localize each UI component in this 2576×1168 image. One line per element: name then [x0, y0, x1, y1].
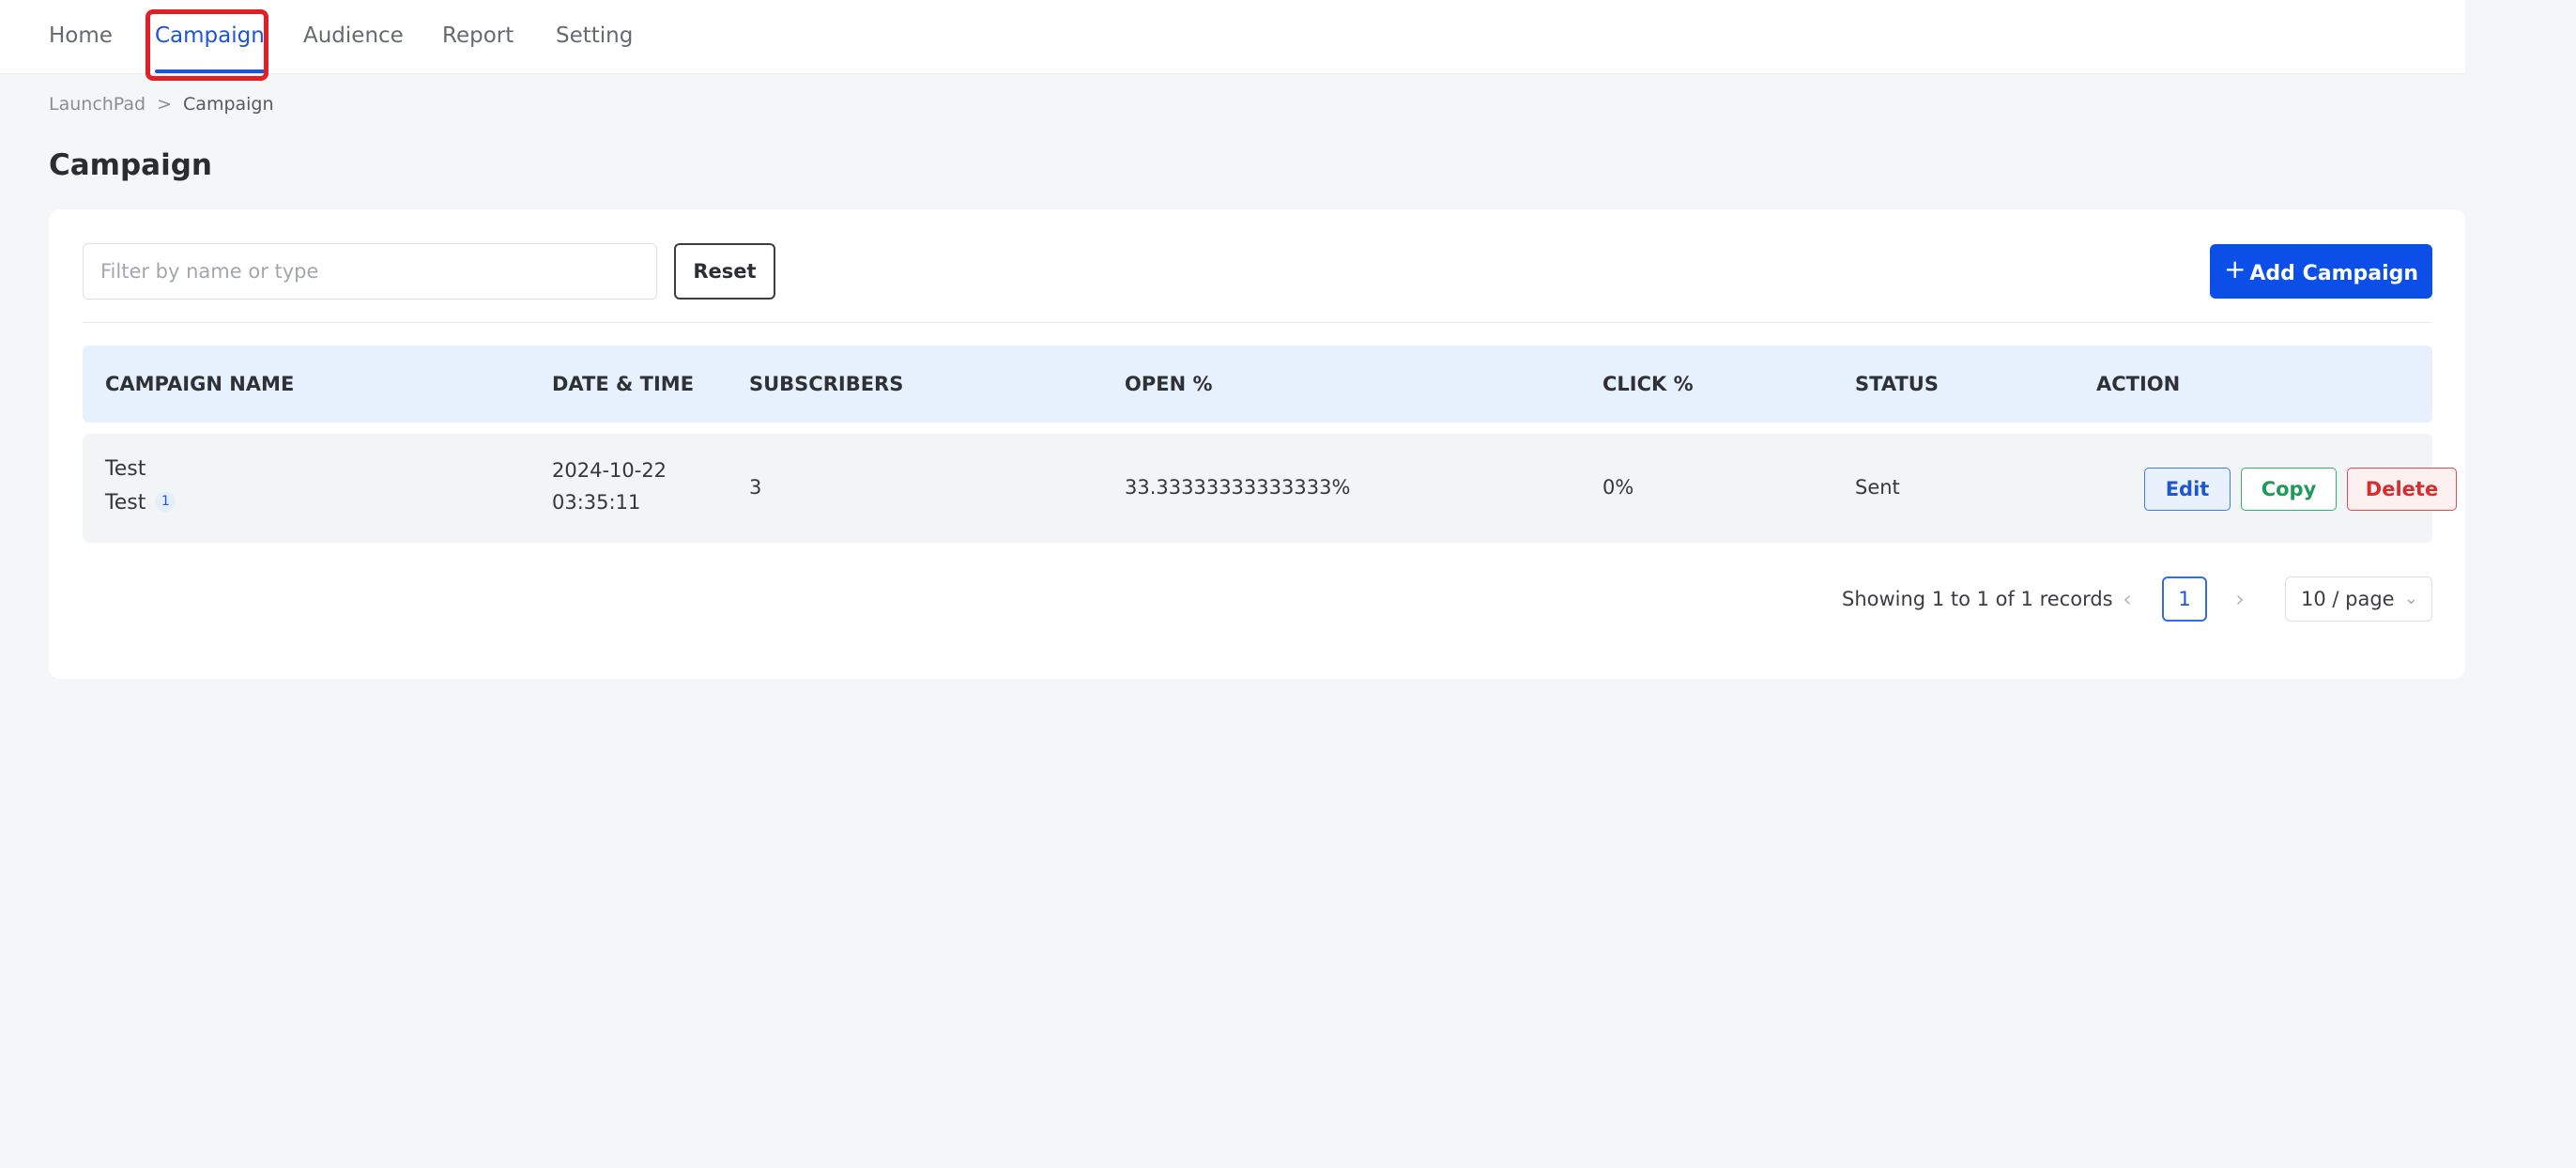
header-click-pct[interactable]: CLICK %	[1602, 346, 1694, 423]
nav-tab-setting[interactable]: Setting	[556, 0, 633, 73]
add-campaign-label: Add Campaign	[2249, 262, 2419, 285]
header-subscribers[interactable]: SUBSCRIBERS	[749, 346, 903, 423]
campaign-time: 03:35:11	[552, 491, 641, 514]
breadcrumb-root[interactable]: LaunchPad	[49, 94, 146, 115]
table-row: Test Test 1 2024-10-22 03:35:11 3 33.3333…	[83, 434, 2457, 543]
header-campaign-name[interactable]: CAMPAIGN NAME	[105, 346, 294, 423]
header-open-pct[interactable]: OPEN %	[1125, 346, 1213, 423]
chevron-right-icon[interactable]: ›	[2221, 577, 2259, 621]
campaign-click-pct: 0%	[1602, 476, 1634, 499]
pagination-page-1[interactable]: 1	[2162, 576, 2207, 622]
reset-button[interactable]: Reset	[674, 243, 775, 300]
nav-tab-campaign[interactable]: Campaign	[155, 0, 265, 73]
delete-button[interactable]: Delete	[2347, 468, 2457, 511]
copy-button[interactable]: Copy	[2241, 468, 2337, 511]
page-size-select[interactable]: 10 / page ⌄	[2285, 576, 2432, 622]
campaign-card: Reset +Add Campaign CAMPAIGN NAME DATE &…	[49, 209, 2465, 679]
header-action: ACTION	[2096, 373, 2181, 395]
page-size-value: 10 / page	[2301, 588, 2395, 610]
campaign-status: Sent	[1855, 476, 1900, 499]
header-date-time[interactable]: DATE & TIME	[552, 346, 694, 423]
nav-tab-home[interactable]: Home	[49, 0, 113, 73]
chevron-left-icon[interactable]: ‹	[2108, 577, 2146, 621]
plus-icon: +	[2223, 254, 2246, 284]
page-title: Campaign	[49, 148, 212, 182]
breadcrumb-current: Campaign	[183, 94, 274, 115]
nav-tab-report[interactable]: Report	[442, 0, 514, 73]
pagination-summary: Showing 1 to 1 of 1 records	[1842, 588, 2113, 610]
toolbar-divider	[83, 322, 2432, 323]
campaign-name: Test	[105, 457, 146, 481]
add-campaign-button[interactable]: + Add Campaign	[2210, 244, 2432, 299]
chevron-down-icon: ⌄	[2403, 589, 2418, 608]
campaign-date: 2024-10-22	[552, 459, 667, 482]
campaign-open-pct: 33.33333333333333%	[1125, 476, 1351, 499]
campaign-type-label: Test	[105, 491, 146, 515]
table-header: CAMPAIGN NAME DATE & TIME SUBSCRIBERS OP…	[83, 346, 2432, 423]
breadcrumb-separator: >	[157, 94, 173, 115]
header-status[interactable]: STATUS	[1855, 346, 1939, 423]
breadcrumb: LaunchPad > Campaign	[49, 94, 274, 115]
campaign-type: Test 1	[105, 491, 176, 515]
filter-input[interactable]	[83, 243, 657, 300]
top-nav-bar: Home Campaign Audience Report Setting	[0, 0, 2465, 74]
type-count-badge: 1	[155, 491, 176, 512]
edit-button[interactable]: Edit	[2144, 468, 2231, 511]
nav-tab-audience[interactable]: Audience	[303, 0, 404, 73]
campaign-subscribers: 3	[749, 476, 762, 499]
